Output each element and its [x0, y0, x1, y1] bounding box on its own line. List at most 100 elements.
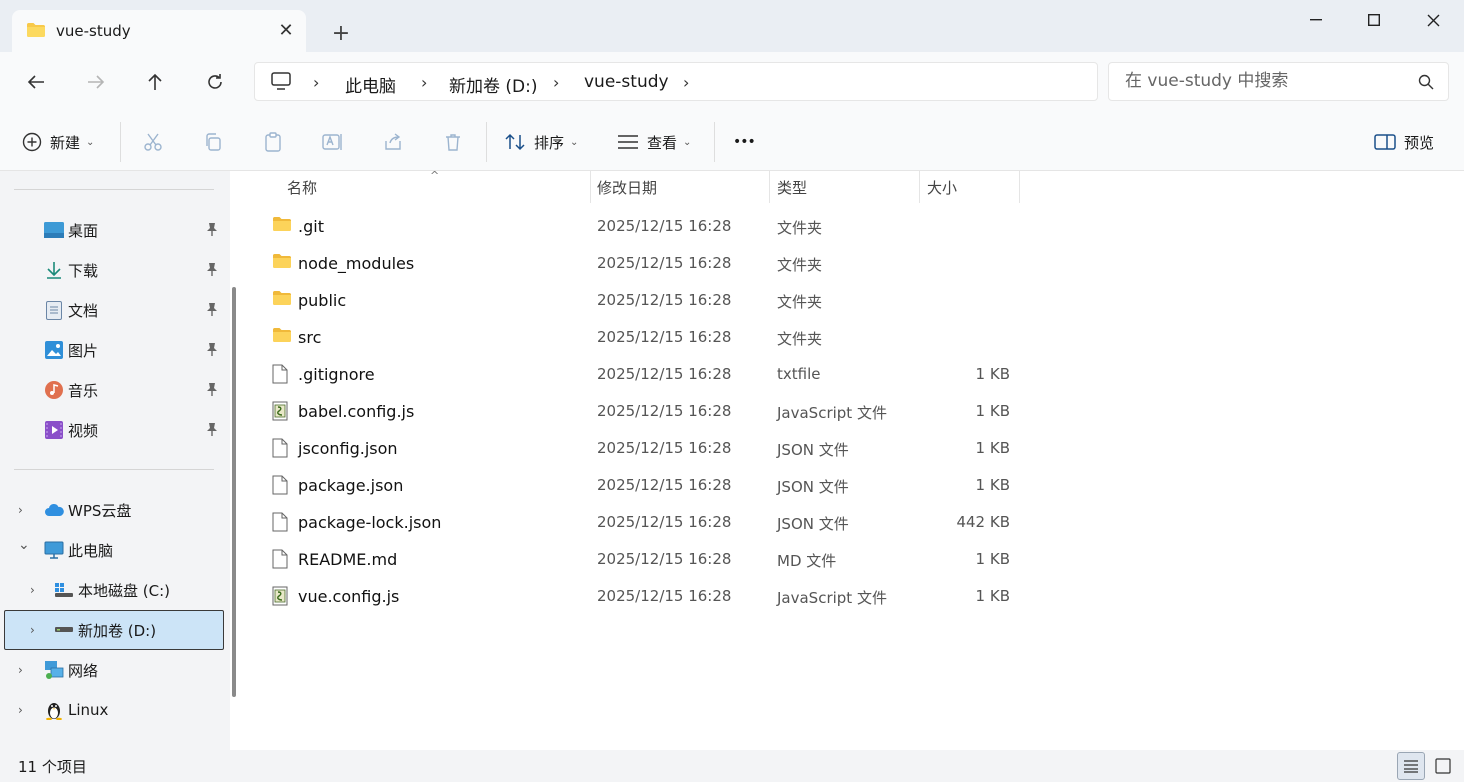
up-button[interactable] — [139, 66, 171, 98]
breadcrumb-drive-d[interactable]: 新加卷 (D:) — [449, 72, 538, 97]
sort-button[interactable]: 排序 ⌄ — [504, 126, 578, 158]
file-size: 1 KB — [975, 365, 1010, 383]
column-header-type[interactable]: 类型 — [777, 171, 917, 203]
close-tab-button[interactable]: ✕ — [274, 18, 298, 42]
file-size: 1 KB — [975, 476, 1010, 494]
sidebar-item-drive-d[interactable]: › 新加卷 (D:) — [4, 610, 224, 650]
breadcrumb-chevron-icon[interactable]: › — [421, 73, 427, 92]
breadcrumb-vue-study[interactable]: vue-study — [584, 72, 669, 92]
file-name: jsconfig.json — [298, 439, 398, 458]
new-button[interactable]: 新建 ⌄ — [22, 126, 94, 158]
sidebar-item-drive-c[interactable]: › 本地磁盘 (C:) — [4, 571, 224, 609]
file-row[interactable]: jsconfig.json 2025/12/15 16:28 JSON 文件 1 KB — [246, 430, 1246, 467]
chevron-down-icon: ⌄ — [570, 136, 579, 148]
sidebar-item-music[interactable]: 音乐 — [4, 371, 224, 409]
tab-title: vue-study — [56, 22, 131, 40]
sidebar-item-linux[interactable]: › Linux — [4, 691, 224, 729]
sidebar-item-label: 此电脑 — [68, 541, 114, 560]
breadcrumb-chevron-icon[interactable]: › — [553, 73, 559, 92]
search-box[interactable] — [1108, 62, 1449, 101]
file-row[interactable]: vue.config.js 2025/12/15 16:28 JavaScript … — [246, 578, 1246, 615]
maximize-button[interactable] — [1345, 0, 1403, 40]
sidebar-item-label: 文档 — [68, 301, 99, 320]
breadcrumb-this-pc[interactable]: 此电脑 — [345, 72, 396, 97]
command-bar: 新建 ⌄ 排序 ⌄ 查看 ⌄ ••• 预览 — [0, 112, 1464, 171]
column-header-name[interactable]: 名称 — [287, 171, 587, 203]
column-header-date[interactable]: 修改日期 — [597, 171, 767, 203]
column-divider[interactable] — [1019, 171, 1020, 203]
close-window-button[interactable] — [1404, 0, 1462, 40]
column-divider[interactable] — [590, 171, 591, 203]
address-bar[interactable]: › 此电脑 › 新加卷 (D:) › vue-study › — [254, 62, 1098, 101]
file-type: JSON 文件 — [777, 441, 849, 459]
pin-icon[interactable] — [206, 262, 218, 280]
file-type: JSON 文件 — [777, 478, 849, 496]
sidebar-item-downloads[interactable]: 下载 — [4, 251, 224, 289]
sidebar-item-label: 音乐 — [68, 381, 99, 400]
tab-vue-study[interactable]: vue-study ✕ — [12, 10, 306, 52]
file-row[interactable]: .git 2025/12/15 16:28 文件夹 — [246, 208, 1246, 245]
file-row[interactable]: package.json 2025/12/15 16:28 JSON 文件 1 KB — [246, 467, 1246, 504]
chevron-right-icon[interactable]: › — [30, 623, 35, 637]
chevron-down-icon: ⌄ — [683, 136, 692, 148]
breadcrumb-chevron-icon[interactable]: › — [313, 73, 319, 92]
rename-button[interactable] — [319, 128, 347, 156]
file-name: package-lock.json — [298, 513, 442, 532]
pin-icon[interactable] — [206, 222, 218, 240]
sidebar-item-videos[interactable]: 视频 — [4, 411, 224, 449]
chevron-right-icon[interactable]: › — [18, 663, 23, 677]
file-type: JavaScript 文件 — [777, 404, 887, 422]
column-divider[interactable] — [919, 171, 920, 203]
share-icon — [385, 133, 401, 150]
column-header-size[interactable]: 大小 — [927, 171, 1017, 203]
file-row[interactable]: .gitignore 2025/12/15 16:28 txtfile 1 KB — [246, 356, 1246, 393]
sidebar-item-this-pc[interactable]: ⌄ 此电脑 — [4, 531, 224, 569]
delete-button[interactable] — [439, 128, 467, 156]
sidebar-item-network[interactable]: › 网络 — [4, 651, 224, 689]
new-tab-button[interactable]: + — [326, 18, 356, 48]
view-button[interactable]: 查看 ⌄ — [617, 126, 691, 158]
sidebar-item-desktop[interactable]: 桌面 — [4, 211, 224, 249]
file-row[interactable]: README.md 2025/12/15 16:28 MD 文件 1 KB — [246, 541, 1246, 578]
sidebar-scrollbar-thumb[interactable] — [232, 287, 236, 697]
sidebar-item-documents[interactable]: 文档 — [4, 291, 224, 329]
address-row: › 此电脑 › 新加卷 (D:) › vue-study › — [0, 52, 1464, 112]
details-view-button[interactable] — [1397, 752, 1425, 780]
sidebar-item-pictures[interactable]: 图片 — [4, 331, 224, 369]
share-button[interactable] — [379, 128, 407, 156]
preview-pane-button[interactable]: 预览 — [1374, 126, 1434, 158]
drive-icon — [54, 620, 74, 640]
file-date: 2025/12/15 16:28 — [597, 217, 732, 235]
pin-icon[interactable] — [206, 302, 218, 320]
search-input[interactable] — [1125, 71, 1405, 91]
refresh-button[interactable] — [199, 66, 231, 98]
file-icon — [272, 512, 292, 532]
pin-icon[interactable] — [206, 422, 218, 440]
file-row[interactable]: package-lock.json 2025/12/15 16:28 JSON 文件… — [246, 504, 1246, 541]
column-divider[interactable] — [769, 171, 770, 203]
cut-button[interactable] — [139, 128, 167, 156]
file-row[interactable]: public 2025/12/15 16:28 文件夹 — [246, 282, 1246, 319]
pin-icon[interactable] — [206, 382, 218, 400]
sidebar-item-label: 视频 — [68, 421, 99, 440]
chevron-down-icon[interactable]: ⌄ — [18, 537, 30, 553]
breadcrumb-chevron-icon[interactable]: › — [683, 73, 689, 92]
large-icons-view-button[interactable] — [1429, 752, 1457, 780]
sidebar-divider — [14, 469, 214, 470]
file-row[interactable]: src 2025/12/15 16:28 文件夹 — [246, 319, 1246, 356]
chevron-right-icon[interactable]: › — [30, 583, 35, 597]
title-bar: vue-study ✕ + — [0, 0, 1464, 52]
file-icon — [272, 475, 292, 495]
file-row[interactable]: babel.config.js 2025/12/15 16:28 JavaScrip… — [246, 393, 1246, 430]
file-row[interactable]: node_modules 2025/12/15 16:28 文件夹 — [246, 245, 1246, 282]
more-options-button[interactable]: ••• — [733, 126, 756, 158]
chevron-right-icon[interactable]: › — [18, 503, 23, 517]
sidebar-item-wps-cloud[interactable]: › WPS云盘 — [4, 491, 224, 529]
minimize-button[interactable] — [1287, 0, 1345, 40]
forward-button[interactable] — [80, 66, 112, 98]
pin-icon[interactable] — [206, 342, 218, 360]
back-button[interactable] — [20, 66, 52, 98]
paste-button[interactable] — [259, 128, 287, 156]
chevron-right-icon[interactable]: › — [18, 703, 23, 717]
copy-button[interactable] — [199, 128, 227, 156]
